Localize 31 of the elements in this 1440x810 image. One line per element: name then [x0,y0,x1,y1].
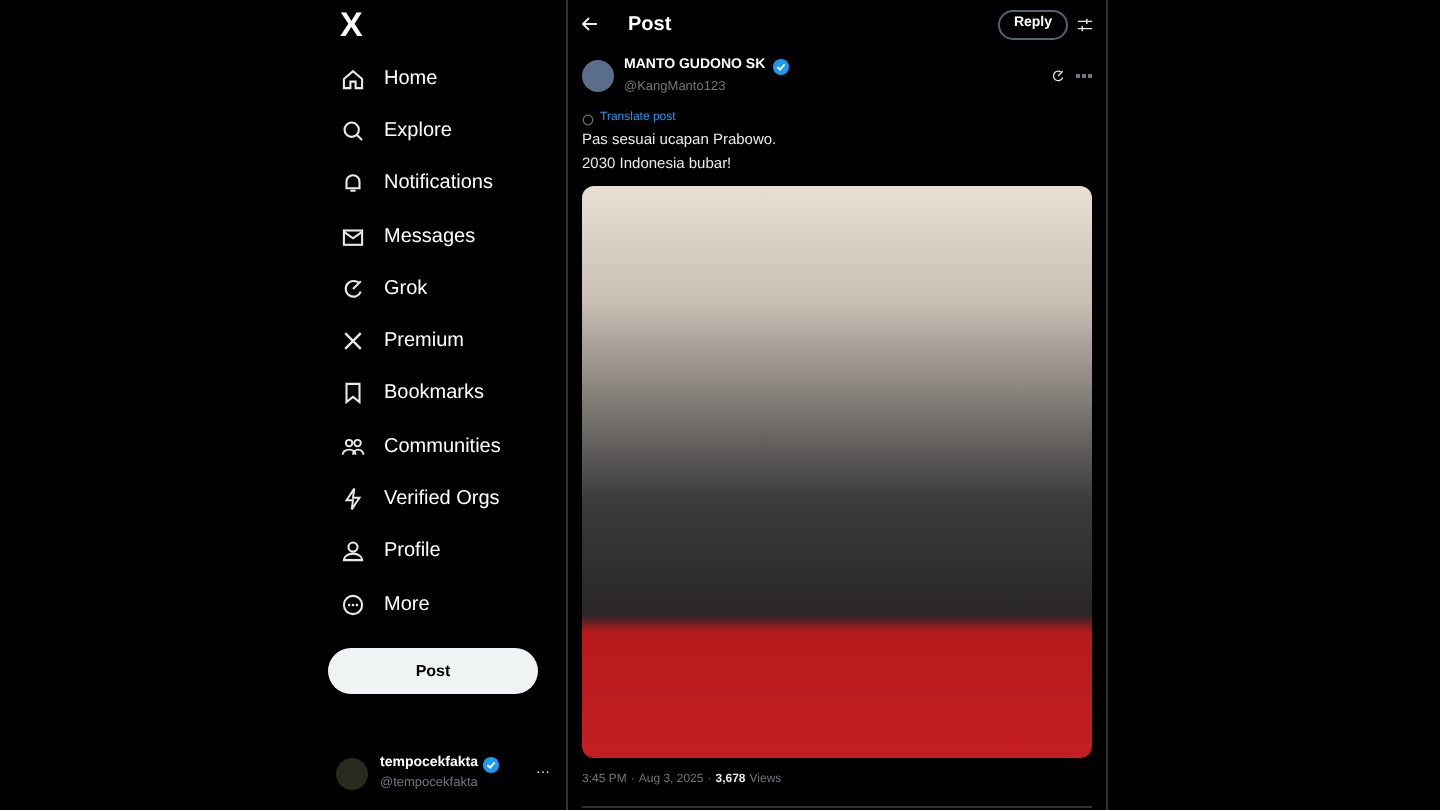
home-icon [340,65,366,92]
nav-item[interactable]: Bookmarks [328,367,550,421]
nav-item[interactable]: Grok [328,262,550,315]
nav-item[interactable]: Messages [328,209,550,263]
envelope-icon [340,223,366,250]
grok-icon [340,275,366,302]
globe-icon [582,113,594,126]
x-logo[interactable]: X [340,0,363,51]
nav-item[interactable]: Verified Orgs [328,472,550,526]
people-icon [340,433,366,460]
page-title: Post [628,11,672,39]
nav-item[interactable]: Communities [328,420,550,473]
nav-item[interactable]: Explore [328,104,550,158]
nav-item[interactable]: Premium [328,314,550,368]
search-icon [340,117,366,144]
lightning-icon [340,486,366,513]
nav-item[interactable]: Profile [328,525,550,578]
grok-icon[interactable] [1050,68,1066,85]
notifications-icon [340,170,366,197]
more-icon [340,591,366,618]
author-avatar[interactable] [582,60,614,93]
bookmark-icon [340,380,366,407]
post-button[interactable]: Post [328,648,538,695]
profile-icon [340,538,366,565]
nav-item[interactable]: More [328,577,550,631]
nav-item[interactable]: Home [328,52,550,105]
more-dots-icon[interactable] [1076,74,1092,79]
back-arrow-icon[interactable] [580,14,600,34]
x-logo-icon [340,328,366,355]
nav-item[interactable]: Notifications [328,157,550,210]
sliders-icon[interactable] [1076,15,1094,33]
